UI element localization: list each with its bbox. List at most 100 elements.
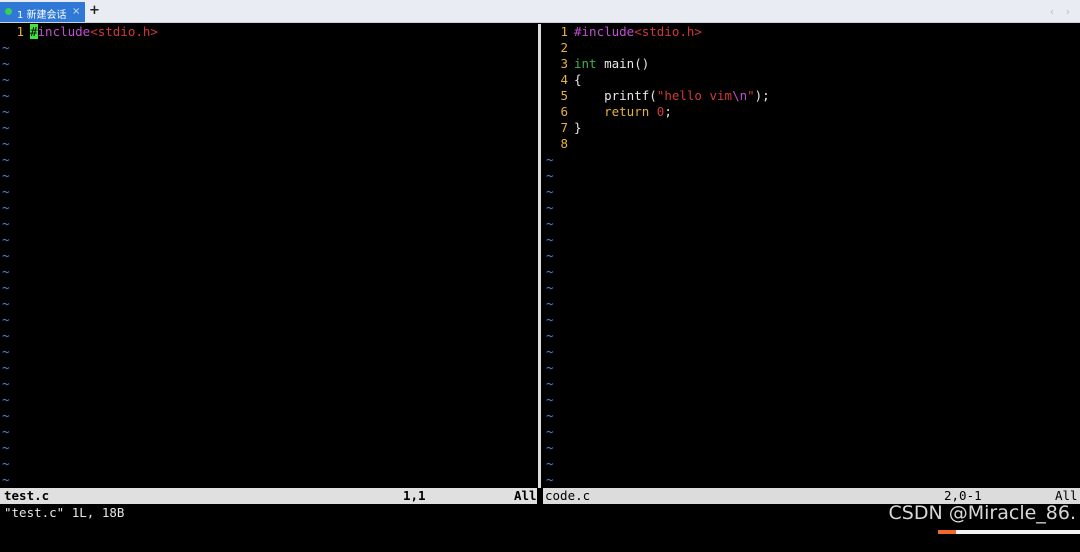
corner-widget — [938, 530, 1080, 534]
empty-line-tilde: ~ — [2, 120, 10, 135]
empty-line-tilde: ~ — [546, 424, 554, 439]
empty-line-tilde: ~ — [2, 280, 10, 295]
watermark: CSDN @Miracle_86. — [888, 502, 1076, 524]
tab-bar: 1 新建会话 × + ‹ › — [0, 0, 1080, 23]
header-name: <stdio.h> — [634, 24, 702, 39]
empty-line-tilde: ~ — [2, 328, 10, 343]
line-number: 7 — [560, 120, 568, 135]
empty-line-tilde: ~ — [2, 296, 10, 311]
empty-line-tilde: ~ — [2, 72, 10, 87]
header-name: <stdio.h> — [90, 24, 158, 39]
code-line: 5 printf("hello vim\n"); — [544, 88, 770, 104]
empty-line-tilde: ~ — [2, 456, 10, 471]
type-keyword: int — [574, 56, 597, 71]
empty-line-tilde: ~ — [546, 280, 554, 295]
function-signature: main() — [596, 56, 650, 71]
string-literal-end: " — [747, 88, 755, 103]
empty-line-tilde: ~ — [2, 472, 10, 487]
empty-line-tilde: ~ — [546, 168, 554, 183]
code-line: 6 return 0; — [544, 104, 672, 120]
status-filename: code.c — [545, 488, 591, 503]
empty-line-tilde: ~ — [2, 360, 10, 375]
empty-line-tilde: ~ — [546, 360, 554, 375]
empty-line-tilde: ~ — [2, 376, 10, 391]
status-cursor-position: 1,1 — [403, 488, 426, 503]
empty-line-tilde: ~ — [546, 392, 554, 407]
empty-line-tilde: ~ — [2, 344, 10, 359]
empty-line-tilde: ~ — [2, 104, 10, 119]
empty-line-tilde: ~ — [546, 232, 554, 247]
empty-line-tilde: ~ — [2, 88, 10, 103]
empty-line-tilde: ~ — [2, 184, 10, 199]
empty-line-tilde: ~ — [546, 472, 554, 487]
status-filename: test.c — [4, 488, 50, 503]
line-number: 5 — [560, 88, 568, 103]
line-number: 4 — [560, 72, 568, 87]
empty-line-tilde: ~ — [546, 344, 554, 359]
empty-line-tilde: ~ — [2, 248, 10, 263]
line-number: 2 — [560, 40, 568, 55]
code-line: 2 — [544, 40, 574, 56]
line-number: 1 — [16, 24, 24, 39]
empty-line-tilde: ~ — [546, 248, 554, 263]
empty-line-tilde: ~ — [2, 56, 10, 71]
empty-line-tilde: ~ — [2, 232, 10, 247]
open-brace: { — [574, 72, 582, 87]
empty-line-tilde: ~ — [546, 440, 554, 455]
text-cursor: # — [30, 24, 38, 39]
empty-line-tilde: ~ — [546, 328, 554, 343]
line-number: 8 — [560, 136, 568, 151]
line-number: 3 — [560, 56, 568, 71]
left-editor-pane[interactable]: 1 #include<stdio.h> ~ ~ ~ ~ ~ ~ ~ ~ ~ ~ ~ ~ ~ ~ ~ ~ ~ ~ ~ ~ ~… — [0, 24, 536, 488]
empty-line-tilde: ~ — [2, 40, 10, 55]
empty-line-tilde: ~ — [2, 200, 10, 215]
preproc-directive: #include — [574, 24, 635, 39]
string-literal: "hello vim — [656, 88, 733, 103]
printf-call: printf( — [574, 88, 657, 103]
right-editor-pane[interactable]: 1 #include<stdio.h> 2 3 int main() 4{ 5 pr… — [544, 24, 1080, 488]
empty-line-tilde: ~ — [2, 408, 10, 423]
empty-line-tilde: ~ — [2, 440, 10, 455]
empty-line-tilde: ~ — [546, 312, 554, 327]
tab-label: 1 新建会话 — [17, 10, 67, 21]
empty-line-tilde: ~ — [546, 200, 554, 215]
empty-line-tilde: ~ — [546, 296, 554, 311]
command-line-message: "test.c" 1L, 18B — [4, 505, 125, 520]
empty-line-tilde: ~ — [2, 136, 10, 151]
empty-line-tilde: ~ — [2, 312, 10, 327]
tab-scroll-arrows-icon[interactable]: ‹ › — [1050, 5, 1074, 18]
tab-close-icon[interactable]: × — [72, 6, 80, 17]
code-line: 1 #include<stdio.h> — [544, 24, 702, 40]
line-number: 1 — [560, 24, 568, 39]
preproc-directive: include — [37, 24, 91, 39]
empty-line-tilde: ~ — [2, 152, 10, 167]
code-line: 4{ — [544, 72, 582, 88]
return-keyword: return — [574, 104, 650, 119]
tab-session-1[interactable]: 1 新建会话 × — [0, 2, 85, 22]
code-line: 3 int main() — [544, 56, 649, 72]
semicolon: ; — [664, 104, 672, 119]
call-close: ); — [754, 88, 770, 103]
empty-line-tilde: ~ — [2, 392, 10, 407]
new-tab-button[interactable]: + — [89, 3, 100, 18]
code-line: 7} — [544, 120, 582, 136]
vertical-split-divider[interactable] — [536, 24, 544, 488]
code-line: 1 #include<stdio.h> — [0, 24, 158, 40]
status-scroll-position: All — [514, 488, 537, 503]
empty-line-tilde: ~ — [2, 216, 10, 231]
empty-line-tilde: ~ — [546, 456, 554, 471]
empty-line-tilde: ~ — [546, 184, 554, 199]
escape-sequence: \n — [732, 88, 748, 103]
close-brace: } — [574, 120, 582, 135]
code-line: 8 — [544, 136, 574, 152]
left-status-line: test.c 1,1 All — [0, 488, 537, 504]
empty-line-tilde: ~ — [2, 264, 10, 279]
session-status-icon — [5, 8, 12, 15]
empty-line-tilde: ~ — [2, 168, 10, 183]
empty-line-tilde: ~ — [546, 216, 554, 231]
empty-line-tilde: ~ — [546, 376, 554, 391]
empty-line-tilde: ~ — [546, 408, 554, 423]
empty-line-tilde: ~ — [546, 264, 554, 279]
line-number: 6 — [560, 104, 568, 119]
empty-line-tilde: ~ — [546, 152, 554, 167]
